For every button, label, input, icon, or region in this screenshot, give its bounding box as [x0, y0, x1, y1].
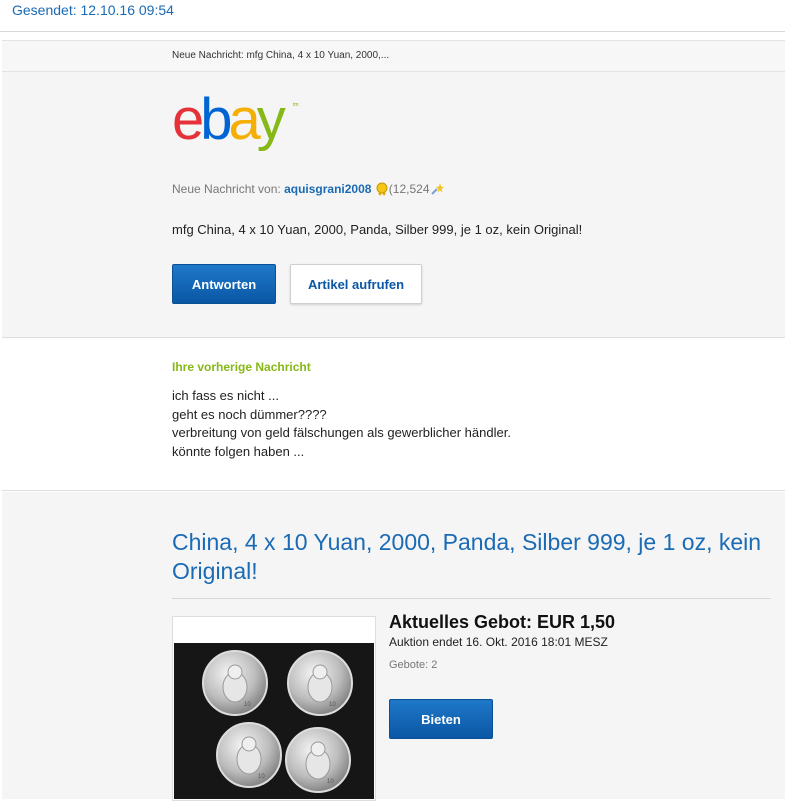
previous-message-line: könnte folgen haben ... — [172, 443, 305, 459]
feedback-score[interactable]: 12,524 — [393, 182, 430, 196]
ebay-logo: ebay — [172, 87, 286, 152]
message-subject: Neue Nachricht: mfg China, 4 x 10 Yuan, … — [172, 50, 390, 61]
previous-message-body: ich fass es nicht ... geht es noch dümme… — [172, 387, 511, 461]
item-section: China, 4 x 10 Yuan, 2000, Panda, Silber … — [2, 492, 785, 801]
divider — [0, 31, 785, 32]
svg-text:10: 10 — [244, 702, 251, 708]
current-bid: Aktuelles Gebot: EUR 1,50 — [389, 612, 616, 632]
divider — [172, 598, 771, 599]
svg-text:10: 10 — [329, 702, 336, 708]
coin: 10 — [285, 727, 351, 793]
reply-button[interactable]: Antworten — [172, 264, 276, 304]
subject-bar: Neue Nachricht: mfg China, 4 x 10 Yuan, … — [2, 40, 785, 72]
shooting-star-icon — [430, 183, 444, 195]
star-icon — [376, 182, 388, 196]
sender-label: Neue Nachricht von: — [172, 182, 281, 196]
auction-end-time: Auktion endet 16. Okt. 2016 18:01 MESZ — [389, 635, 608, 649]
previous-message-title: Ihre vorherige Nachricht — [172, 360, 311, 374]
bid-count: Gebote: 2 — [389, 659, 438, 671]
coin: 10 — [287, 650, 353, 716]
svg-text:10: 10 — [327, 779, 334, 785]
trademark-mark: tm — [293, 102, 299, 108]
sender-username[interactable]: aquisgrani2008 — [284, 182, 371, 196]
bid-button[interactable]: Bieten — [389, 699, 493, 739]
previous-message-line: verbreitung von geld fälschungen als gew… — [172, 425, 511, 440]
coin: 10 — [202, 650, 268, 716]
sent-date: Gesendet: 12.10.16 09:54 — [12, 2, 174, 18]
message-sender: Neue Nachricht von: aquisgrani2008 (12,5… — [172, 182, 444, 196]
svg-text:10: 10 — [258, 774, 265, 780]
coins-photo: 10 10 10 10 — [174, 643, 374, 799]
previous-message-line: geht es noch dümmer???? — [172, 406, 327, 422]
previous-message-line: ich fass es nicht ... — [172, 388, 279, 403]
item-title-link[interactable]: China, 4 x 10 Yuan, 2000, Panda, Silber … — [172, 528, 772, 586]
coin: 10 — [216, 722, 282, 788]
message-section: ebay tm Neue Nachricht von: aquisgrani20… — [2, 72, 785, 338]
message-body: mfg China, 4 x 10 Yuan, 2000, Panda, Sil… — [172, 222, 583, 237]
previous-message-section: Ihre vorherige Nachricht ich fass es nic… — [2, 340, 785, 491]
view-item-button[interactable]: Artikel aufrufen — [290, 264, 422, 304]
item-image[interactable]: 10 10 10 10 — [172, 616, 376, 801]
